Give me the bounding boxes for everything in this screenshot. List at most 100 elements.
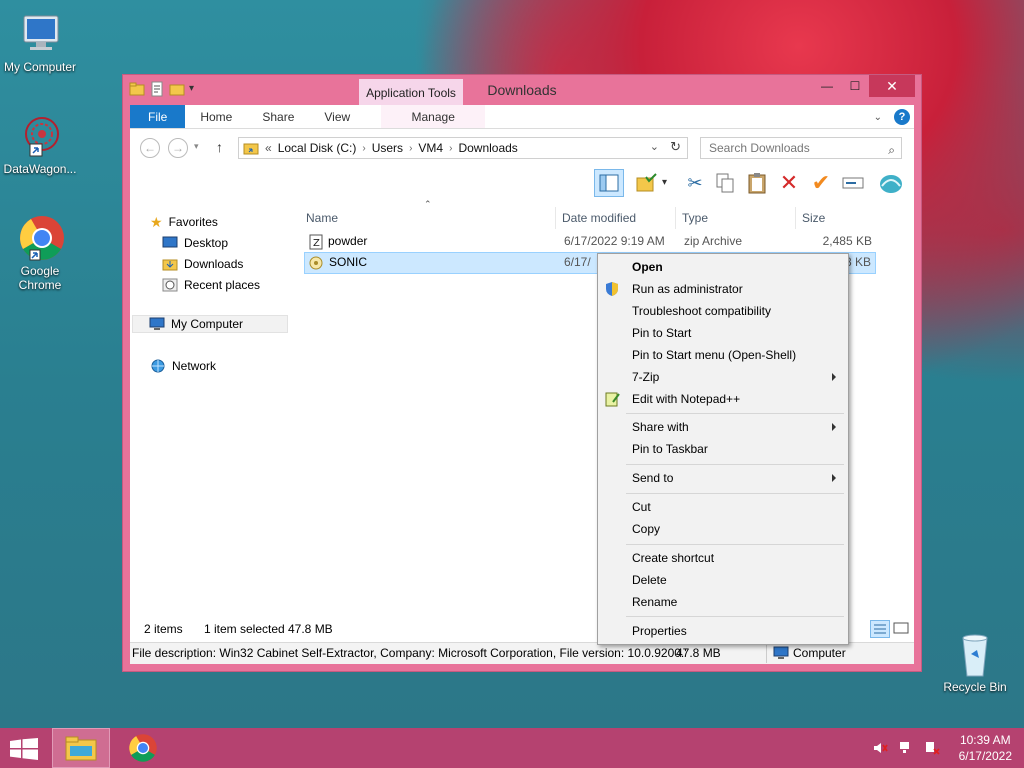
recent-locations-icon[interactable]: ▾	[194, 141, 199, 152]
action-center-icon[interactable]	[924, 740, 940, 756]
column-header-name[interactable]: Name	[300, 207, 556, 229]
menu-item-run-as-admin[interactable]: Run as administrator	[632, 279, 743, 299]
tab-home[interactable]: Home	[185, 105, 247, 128]
large-icons-view-button[interactable]	[892, 620, 912, 638]
menu-item-open[interactable]: Open	[632, 257, 663, 277]
address-overflow[interactable]: «	[265, 141, 272, 155]
address-dropdown-icon[interactable]: ⌄	[650, 140, 659, 153]
details-location: Computer	[766, 643, 846, 663]
address-bar[interactable]: « Local Disk (C:) › Users › VM4 › Downlo…	[238, 137, 688, 159]
delete-x-icon: ✕	[779, 170, 799, 195]
volume-muted-icon[interactable]	[872, 740, 888, 756]
title-bar[interactable]: ▾ Application Tools Downloads — ☐ ✕	[123, 75, 921, 105]
desktop-icon-google-chrome[interactable]: Google Chrome	[0, 214, 80, 292]
nav-recent-places[interactable]: Recent places	[162, 276, 260, 294]
expand-ribbon-icon[interactable]: ⌄	[874, 112, 882, 123]
up-arrow-icon[interactable]: ↑	[216, 139, 223, 155]
taskbar-chrome[interactable]	[114, 728, 172, 768]
submenu-arrow-icon	[832, 373, 836, 381]
close-button[interactable]: ✕	[869, 75, 915, 97]
open-shell-button[interactable]	[878, 170, 904, 196]
start-button[interactable]	[10, 738, 38, 763]
minimize-button[interactable]: —	[813, 75, 841, 97]
nav-network[interactable]: Network	[150, 357, 216, 375]
copy-icon	[716, 173, 734, 193]
nav-downloads[interactable]: Downloads	[162, 255, 243, 273]
windows-logo-icon	[10, 738, 38, 760]
preview-pane-button[interactable]	[594, 169, 624, 197]
menu-item-share-with[interactable]: Share with	[632, 417, 689, 437]
details-location-label: Computer	[793, 646, 846, 660]
menu-item-pin-start-menu[interactable]: Pin to Start menu (Open-Shell)	[632, 345, 796, 365]
search-input[interactable]: Search Downloads ⌕	[700, 137, 902, 159]
desktop-icon-my-computer[interactable]: My Computer	[0, 10, 80, 74]
help-icon[interactable]: ?	[894, 109, 910, 125]
datawagon-icon	[16, 112, 64, 160]
menu-item-send-to[interactable]: Send to	[632, 468, 673, 488]
open-shell-icon	[880, 175, 902, 193]
desktop-icon-recycle-bin[interactable]: Recycle Bin	[935, 630, 1015, 694]
breadcrumb-local-disk[interactable]: Local Disk (C:)	[278, 141, 357, 155]
clock-time: 10:39 AM	[959, 733, 1011, 747]
menu-item-delete[interactable]: Delete	[632, 570, 667, 590]
copy-button[interactable]	[712, 170, 738, 196]
menu-item-troubleshoot[interactable]: Troubleshoot compatibility	[632, 301, 771, 321]
preview-pane-icon	[599, 174, 619, 192]
menu-item-properties[interactable]: Properties	[632, 621, 687, 641]
nav-label: Desktop	[184, 236, 229, 250]
file-date: 6/17/2022 9:19 AM	[564, 234, 665, 248]
column-header-type[interactable]: Type	[676, 207, 796, 229]
menu-item-pin-to-taskbar[interactable]: Pin to Taskbar	[632, 439, 708, 459]
breadcrumb-users[interactable]: Users	[372, 141, 403, 155]
nav-favorites[interactable]: ★ Favorites	[150, 213, 218, 231]
clock-date: 6/17/2022	[958, 749, 1012, 763]
menu-item-create-shortcut[interactable]: Create shortcut	[632, 548, 714, 568]
desktop-icon-datawagon[interactable]: DataWagon...	[0, 112, 80, 176]
delete-button[interactable]: ✕	[776, 170, 802, 196]
details-view-icon	[874, 624, 886, 634]
table-row[interactable]: Z powder 6/17/2022 9:19 AM zip Archive 2…	[304, 231, 876, 253]
taskbar-file-explorer[interactable]	[52, 728, 110, 768]
forward-button[interactable]: →	[168, 138, 188, 158]
nav-label: Recent places	[184, 278, 261, 292]
details-view-button[interactable]	[870, 620, 890, 638]
back-button[interactable]: ←	[140, 138, 160, 158]
paste-button[interactable]	[744, 170, 770, 196]
folder-icon	[243, 143, 259, 155]
breadcrumb-vm4[interactable]: VM4	[418, 141, 443, 155]
desktop-icon-label: My Computer	[3, 60, 77, 74]
select-button[interactable]: ✔	[808, 170, 834, 196]
menu-item-pin-to-start[interactable]: Pin to Start	[632, 323, 691, 343]
menu-item-7zip[interactable]: 7-Zip	[632, 367, 659, 387]
file-type: zip Archive	[684, 234, 743, 248]
tab-manage[interactable]: Manage	[381, 105, 486, 128]
rename-button[interactable]	[840, 170, 866, 196]
menu-item-rename[interactable]: Rename	[632, 592, 677, 612]
tab-share[interactable]: Share	[247, 105, 309, 128]
refresh-icon[interactable]: ↻	[670, 139, 681, 155]
folder-options-button[interactable]	[634, 170, 660, 196]
tab-view[interactable]: View	[309, 105, 365, 128]
tab-file[interactable]: File	[130, 105, 186, 128]
nav-desktop[interactable]: Desktop	[162, 234, 228, 252]
menu-separator	[626, 413, 844, 414]
window-controls: — ☐ ✕	[813, 75, 915, 97]
maximize-button[interactable]: ☐	[841, 75, 869, 97]
menu-item-cut[interactable]: Cut	[632, 497, 651, 517]
nav-label: My Computer	[171, 317, 244, 331]
uac-shield-icon	[606, 282, 618, 296]
menu-separator	[626, 544, 844, 545]
breadcrumb-downloads[interactable]: Downloads	[458, 141, 517, 155]
column-header-date[interactable]: Date modified	[556, 207, 676, 229]
views-dropdown-icon[interactable]: ▾	[662, 177, 667, 188]
clock[interactable]: 10:39 AM 6/17/2022	[959, 728, 1012, 768]
search-icon: ⌕	[888, 143, 895, 157]
menu-item-edit-notepad[interactable]: Edit with Notepad++	[632, 389, 740, 409]
desktop-icon-label: DataWagon...	[3, 162, 77, 176]
network-tray-icon[interactable]	[898, 740, 914, 756]
cut-button[interactable]: ✂	[682, 170, 708, 196]
nav-my-computer[interactable]: My Computer	[132, 315, 288, 333]
column-header-size[interactable]: Size	[796, 207, 876, 229]
menu-item-copy[interactable]: Copy	[632, 519, 660, 539]
submenu-arrow-icon	[832, 474, 836, 482]
